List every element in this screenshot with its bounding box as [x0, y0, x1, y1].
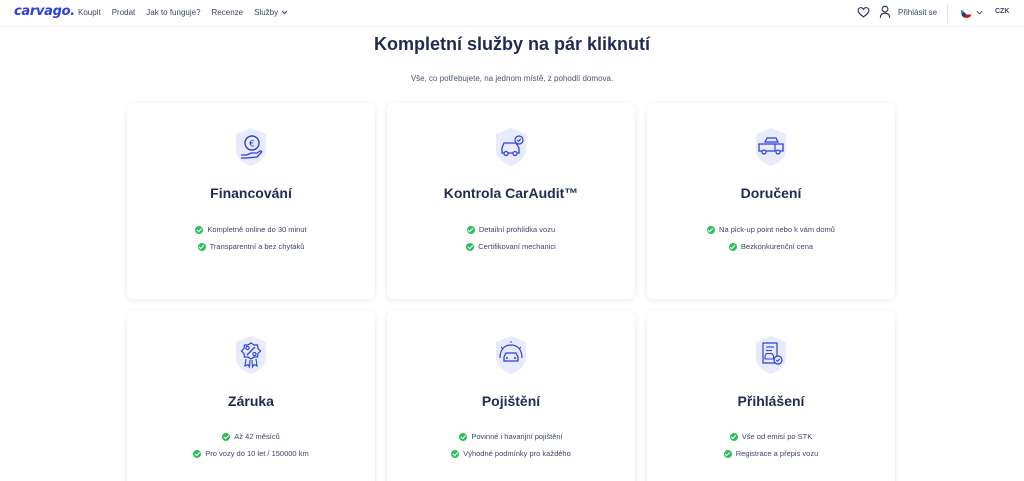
card-title: Financování: [210, 185, 292, 201]
nav-item-prodat[interactable]: Prodat: [112, 8, 136, 17]
service-card-financovani[interactable]: € Financování Kompletně online do 30 min…: [127, 103, 375, 299]
feature-text: Na pick-up point nebo k vám domů: [719, 225, 835, 234]
service-card-kontrola-caraudit[interactable]: Kontrola CarAudit™ Detailní prohlídka vo…: [387, 103, 635, 299]
feature-item: Až 42 měsíců: [127, 432, 375, 441]
service-card-doruceni[interactable]: Doručení Na pick-up point nebo k vám dom…: [647, 103, 895, 299]
check-icon: [451, 449, 460, 458]
user-icon[interactable]: [879, 5, 891, 19]
check-icon: [197, 242, 206, 251]
registration-doc-icon: [753, 335, 789, 375]
card-title: Pojištění: [481, 393, 541, 409]
main-nav: Koupit Prodat Jak to funguje? Recenze Sl…: [78, 8, 299, 17]
feature-text: Pro vozy do 10 let / 150000 km: [205, 449, 309, 458]
carvago-logo[interactable]: carvago.: [14, 4, 75, 19]
nav-item-sluzby[interactable]: Služby: [254, 8, 288, 17]
euro-hand-icon: €: [233, 127, 269, 167]
nav-item-koupit[interactable]: Koupit: [78, 8, 101, 17]
feature-text: Kompletně online do 30 minut: [207, 225, 307, 234]
czech-flag-icon[interactable]: [961, 7, 972, 18]
svg-text:€: €: [249, 140, 255, 150]
chevron-down-icon: [281, 10, 288, 15]
feature-item: Transparentní a bez chytáků: [127, 242, 375, 251]
check-icon: [728, 242, 737, 251]
check-icon: [723, 449, 732, 458]
warranty-badge-icon: [233, 335, 269, 375]
check-icon: [193, 449, 202, 458]
feature-text: Certifikovaní mechanici: [478, 242, 556, 251]
top-navigation-bar: carvago. Koupit Prodat Jak to funguje? R…: [0, 0, 1024, 27]
check-icon: [222, 432, 231, 441]
feature-text: Až 42 měsíců: [234, 432, 280, 441]
header-divider: [947, 4, 948, 23]
feature-text: Výhodné podmínky pro každého: [463, 449, 571, 458]
page-title: Kompletní služby na pár kliknutí: [373, 34, 651, 54]
nav-label: Koupit: [78, 8, 101, 17]
feature-item: Na pick-up point nebo k vám domů: [647, 225, 895, 234]
feature-item: Pro vozy do 10 let / 150000 km: [127, 449, 375, 458]
feature-item: Certifikovaní mechanici: [387, 242, 635, 251]
page-subtitle: Vše, co potřebujete, na jednom místě, z …: [410, 74, 614, 83]
feature-text: Vše od emisí po STK: [741, 432, 813, 441]
nav-label: Jak to funguje?: [146, 8, 201, 17]
check-icon: [459, 432, 468, 441]
check-icon: [729, 432, 738, 441]
nav-item-jak-to-funguje[interactable]: Jak to funguje?: [146, 8, 200, 17]
service-card-zaruka[interactable]: Záruka Až 42 měsíců Pro vozy do 10 let /…: [127, 311, 375, 481]
car-transporter-icon: [753, 127, 789, 167]
nav-label: Prodat: [111, 8, 136, 17]
car-check-icon: [493, 127, 529, 167]
check-icon: [466, 225, 475, 234]
card-title: Záruka: [228, 393, 274, 409]
car-insurance-icon: [493, 335, 529, 375]
feature-item: Kompletně online do 30 minut: [127, 225, 375, 234]
feature-item: Vše od emisí po STK: [647, 432, 895, 441]
nav-label: Služby: [254, 8, 279, 17]
feature-item: Povinné i havarijní pojištění: [387, 432, 635, 441]
currency-selector[interactable]: CZK: [995, 8, 1009, 15]
card-title: Doručení: [740, 185, 802, 201]
card-title: Kontrola CarAudit™: [443, 185, 579, 201]
feature-text: Bezkonkurenční cena: [740, 242, 814, 251]
feature-item: Registrace a přepis vozu: [647, 449, 895, 458]
feature-text: Transparentní a bez chytáků: [209, 242, 305, 251]
feature-item: Bezkonkurenční cena: [647, 242, 895, 251]
nav-item-recenze[interactable]: Recenze: [212, 8, 244, 17]
check-icon: [707, 225, 716, 234]
chevron-down-icon[interactable]: [976, 9, 983, 16]
check-icon: [195, 225, 204, 234]
check-icon: [466, 242, 475, 251]
login-link[interactable]: Přihlásit se: [898, 8, 937, 17]
nav-label: Recenze: [211, 8, 244, 17]
feature-text: Detailní prohlídka vozu: [478, 225, 556, 234]
card-title: Přihlášení: [737, 393, 805, 409]
service-card-prihlaseni[interactable]: Přihlášení Vše od emisí po STK Registrac…: [647, 311, 895, 481]
feature-text: Povinné i havarijní pojištění: [471, 432, 563, 441]
feature-item: Detailní prohlídka vozu: [387, 225, 635, 234]
feature-item: Výhodné podmínky pro každého: [387, 449, 635, 458]
heart-icon[interactable]: [857, 6, 870, 19]
feature-text: Registrace a přepis vozu: [735, 449, 819, 458]
service-card-pojisteni[interactable]: Pojištění Povinné i havarijní pojištění …: [387, 311, 635, 481]
